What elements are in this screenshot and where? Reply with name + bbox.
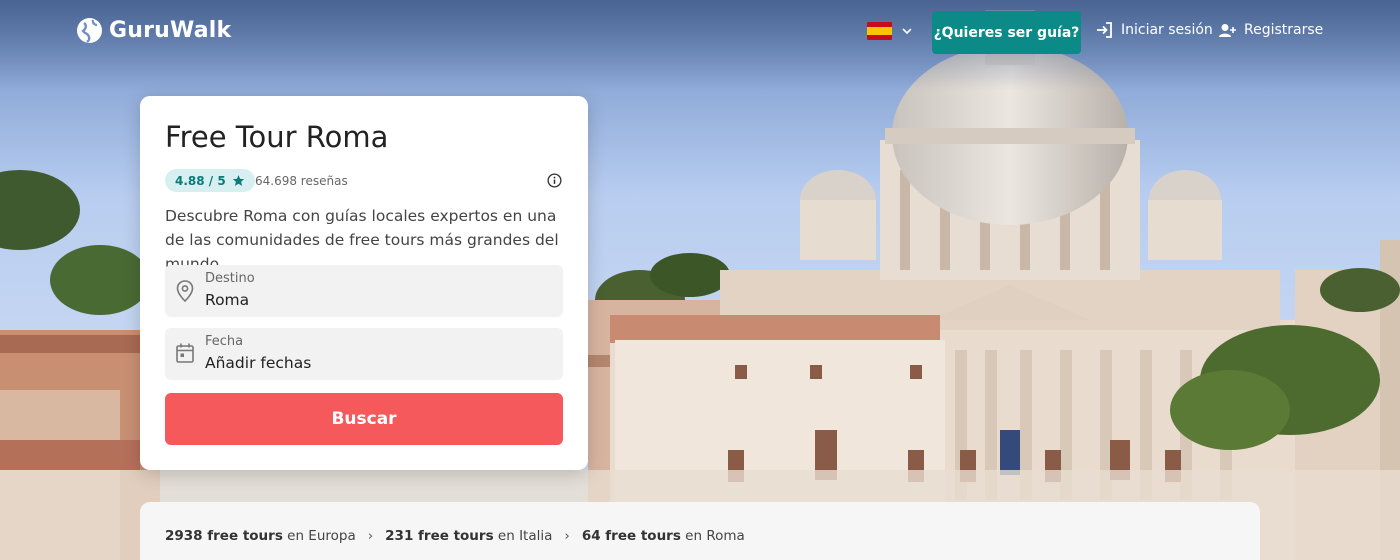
- search-button[interactable]: Buscar: [165, 393, 563, 445]
- sign-in-icon: [1097, 22, 1112, 38]
- chevron-down-icon: [902, 27, 912, 34]
- login-link[interactable]: Iniciar sesión: [1096, 22, 1213, 38]
- reviews-count: 64.698 reseñas: [255, 174, 348, 188]
- breadcrumb-item-europe[interactable]: 2938 free tours en Europa: [165, 528, 356, 544]
- date-value: Añadir fechas: [205, 354, 312, 372]
- guruwalk-logo[interactable]: GuruWalk: [76, 17, 231, 44]
- destination-label: Destino: [205, 271, 255, 286]
- calendar-icon: [176, 343, 194, 363]
- logo-text: GuruWalk: [109, 18, 232, 43]
- login-label: Iniciar sesión: [1121, 22, 1213, 38]
- destination-value: Roma: [205, 291, 250, 309]
- search-card: Free Tour Roma 4.88 / 5 64.698 reseñas D…: [140, 96, 588, 470]
- rating-value: 4.88 / 5: [175, 173, 226, 188]
- star-icon: [232, 175, 244, 186]
- become-guide-button[interactable]: ¿Quieres ser guía?: [932, 11, 1081, 54]
- location-pin-icon: [176, 280, 194, 303]
- destination-field[interactable]: Destino Roma: [165, 265, 563, 317]
- top-navbar: GuruWalk ¿Quieres ser guía? Iniciar sesi…: [0, 0, 1400, 64]
- chevron-right-icon: ›: [564, 528, 570, 544]
- date-field[interactable]: Fecha Añadir fechas: [165, 328, 563, 380]
- info-icon[interactable]: [547, 173, 562, 188]
- breadcrumb: 2938 free tours en Europa › 231 free tou…: [140, 502, 1260, 560]
- date-label: Fecha: [205, 334, 244, 349]
- globe-icon: [77, 18, 102, 43]
- rating-badge: 4.88 / 5: [165, 169, 255, 192]
- language-selector[interactable]: [867, 22, 912, 40]
- page-title: Free Tour Roma: [165, 120, 389, 154]
- breadcrumb-item-rome[interactable]: 64 free tours en Roma: [582, 528, 745, 544]
- spain-flag-icon: [867, 22, 892, 40]
- add-user-icon: [1219, 23, 1236, 37]
- chevron-right-icon: ›: [367, 528, 374, 544]
- breadcrumb-item-italy[interactable]: 231 free tours en Italia: [385, 528, 552, 544]
- register-link[interactable]: Registrarse: [1219, 22, 1323, 38]
- breadcrumb-list: 2938 free tours en Europa › 231 free tou…: [165, 528, 745, 544]
- register-label: Registrarse: [1244, 22, 1324, 38]
